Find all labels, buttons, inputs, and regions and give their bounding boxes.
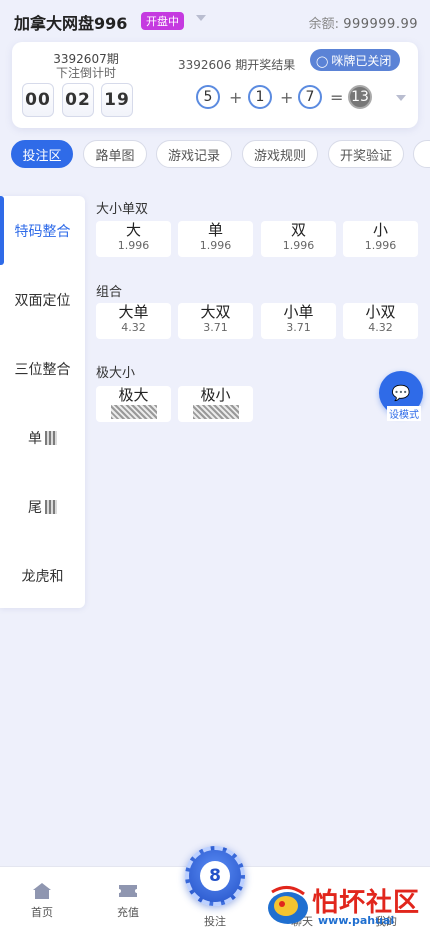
balance: 余额: 999999.99 [309, 13, 418, 32]
countdown-seconds: 19 [101, 83, 133, 117]
bet-option[interactable]: 小双 4.32 [343, 303, 418, 339]
plus-sign: + [229, 88, 243, 107]
expand-icon[interactable] [396, 95, 406, 101]
tab-bar: 投注区 路单图 游戏记录 游戏规则 开奖验证 [0, 140, 430, 170]
balance-label: 余额: [308, 17, 340, 32]
bet-option-odds: 4.32 [121, 321, 146, 334]
sidebar-item-single[interactable]: 单 [0, 403, 85, 472]
home-icon [33, 883, 51, 899]
chat-bubble-icon: 💬 [391, 383, 411, 402]
nav-bet[interactable]: 投注 [185, 913, 245, 929]
tab-verify[interactable]: 开奖验证 [328, 140, 404, 168]
obscured-text [45, 430, 57, 445]
section-title: 组合 [96, 285, 123, 300]
header: 加拿大网盘996 开盘中 余额: 999999.99 [0, 0, 430, 42]
watermark-url: www.pahuai [318, 914, 395, 927]
bet-option-label: 小单 [283, 303, 314, 321]
watermark-logo [268, 886, 308, 924]
chip-icon: 8 [200, 861, 230, 891]
result-ball: 5 [196, 85, 220, 109]
bet-option-label: 小 [372, 221, 388, 239]
bet-fab-button[interactable]: 8 [185, 846, 245, 906]
bet-option[interactable]: 极大 [96, 386, 171, 422]
sidebar-item-tail[interactable]: 尾 [0, 472, 85, 541]
bet-option-label: 大 [125, 221, 141, 239]
nav-label: 投注 [204, 915, 226, 928]
tab-trend[interactable]: 路单图 [83, 140, 147, 168]
bet-option-odds: 1.996 [117, 239, 150, 252]
bet-option[interactable]: 极小 [178, 386, 253, 422]
status-badge: 开盘中 [141, 12, 184, 30]
bet-option[interactable]: 双 1.996 [261, 221, 336, 257]
sidebar-item-label: 双面定位 [14, 292, 71, 309]
bet-option[interactable]: 大双 3.71 [178, 303, 253, 339]
watermark: 怕坏社区 www.pahuai [262, 880, 430, 932]
tab-betting[interactable]: 投注区 [11, 140, 73, 168]
bet-mode-button[interactable]: 💬 设模式 [379, 371, 423, 421]
bet-option-odds: 1.996 [364, 239, 397, 252]
nav-recharge[interactable]: 充值 [98, 881, 158, 920]
obscured-text [45, 499, 57, 514]
countdown-minutes: 02 [62, 83, 94, 117]
sidebar-item-double-position[interactable]: 双面定位 [0, 265, 85, 334]
bet-option-label: 单 [207, 221, 223, 239]
bet-option-label: 极大 [118, 386, 149, 404]
chevron-down-icon[interactable] [196, 15, 206, 21]
bet-option[interactable]: 大 1.996 [96, 221, 171, 257]
sidebar-item-label: 尾 [28, 499, 42, 516]
bet-option-label: 双 [290, 221, 306, 239]
tab-more[interactable] [413, 140, 430, 168]
bet-option[interactable]: 大单 4.32 [96, 303, 171, 339]
nav-label: 充值 [117, 906, 139, 919]
bet-option[interactable]: 小单 3.71 [261, 303, 336, 339]
result-sum: 13 [348, 85, 372, 109]
sidebar-item-label: 单 [28, 430, 42, 447]
category-sidebar: 特码整合 双面定位 三位整合 单 尾 龙虎和 [0, 196, 85, 608]
nav-label: 首页 [31, 906, 53, 919]
bet-option-odds: 1.996 [199, 239, 232, 252]
sidebar-item-label: 三位整合 [14, 361, 71, 378]
obscured-odds [192, 405, 239, 419]
sidebar-item-label: 特码整合 [14, 223, 71, 240]
bet-option-label: 大单 [118, 303, 149, 321]
bet-option[interactable]: 小 1.996 [343, 221, 418, 257]
obscured-odds [110, 405, 157, 419]
bet-option-label: 极小 [200, 386, 231, 404]
sound-toggle-label: 咪牌已关闭 [331, 54, 392, 68]
countdown-label: 下注倒计时 [55, 66, 116, 80]
sidebar-item-dragon-tiger[interactable]: 龙虎和 [0, 541, 85, 610]
result-ball: 1 [248, 85, 272, 109]
sound-toggle-button[interactable]: ◯ 咪牌已关闭 [310, 49, 401, 71]
section-title: 极大小 [96, 366, 136, 381]
plus-sign: + [280, 88, 294, 107]
bet-option[interactable]: 单 1.996 [178, 221, 253, 257]
tab-history[interactable]: 游戏记录 [156, 140, 232, 168]
ticket-icon [119, 885, 137, 897]
countdown-hours: 00 [22, 83, 54, 117]
last-result-label: 3392606 期开奖结果 [178, 58, 296, 72]
equals-sign: = [330, 88, 344, 107]
bet-option-odds: 1.996 [282, 239, 315, 252]
sidebar-item-label: 龙虎和 [21, 568, 64, 585]
bet-option-label: 大双 [200, 303, 231, 321]
section-title: 大小单双 [96, 202, 149, 217]
sidebar-item-three-digit[interactable]: 三位整合 [0, 334, 85, 403]
bet-option-label: 小双 [365, 303, 396, 321]
bet-mode-label: 设模式 [387, 406, 421, 421]
draw-card: 3392607期 下注倒计时 00 02 19 3392606 期开奖结果 ◯ 咪… [12, 42, 418, 128]
bet-option-odds: 3.71 [203, 321, 228, 334]
nav-home[interactable]: 首页 [12, 881, 72, 920]
bet-option-odds: 3.71 [286, 321, 311, 334]
bet-option-odds: 4.32 [368, 321, 393, 334]
tab-rules[interactable]: 游戏规则 [242, 140, 318, 168]
bulb-icon: ◯ [316, 55, 329, 68]
app-title: 加拿大网盘996 [14, 14, 128, 33]
result-ball: 7 [298, 85, 322, 109]
balance-value: 999999.99 [343, 17, 418, 32]
sidebar-item-special[interactable]: 特码整合 [0, 196, 85, 265]
